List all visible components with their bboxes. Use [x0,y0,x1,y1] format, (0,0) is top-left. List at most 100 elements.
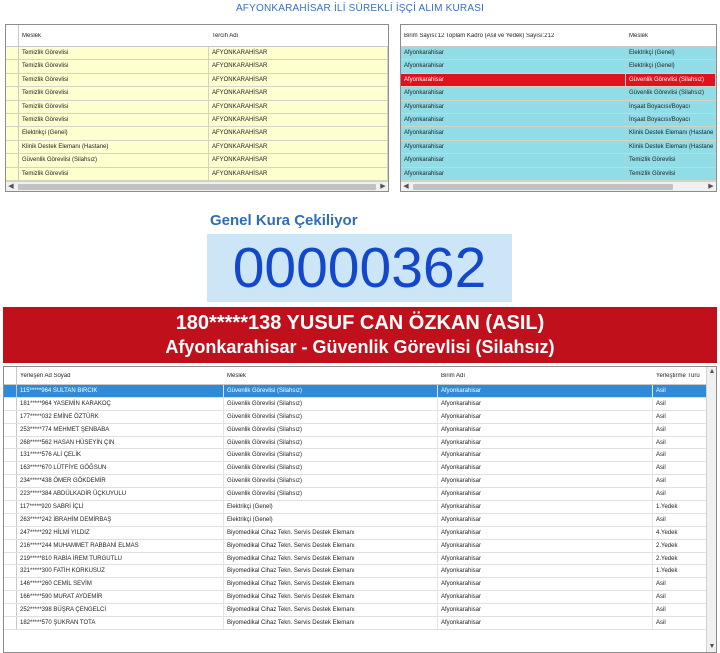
cell-birim-adi[interactable]: Afyonkarahisar [438,591,653,604]
column-header-yerlesen-ad-soyad[interactable]: Yerleşen Ad Soyad [17,373,224,379]
cell-meslek[interactable]: Güvenlik Görevlisi (Silahsız) [224,385,438,397]
cell-ad-soyad[interactable]: 268*****562 HASAN HÜSEYİN ÇIN [17,436,224,449]
cell-birim[interactable]: Afyonkarahisar [401,140,626,154]
cell-ad-soyad[interactable]: 219*****810 RABİA İREM TURGUTLU [17,552,224,565]
table-row[interactable]: 263*****242 İBRAHİM DEMİRBAŞ Elektrikçi (… [4,513,716,527]
table-row[interactable]: 163*****670 LÜTFİYE GÖĞSUN Güvenlik Görev… [4,462,716,476]
row-header[interactable] [6,167,19,180]
cell-yerlestirme-turu[interactable]: Asil [653,462,707,475]
cell-meslek[interactable]: Temizlik Görevlisi [19,113,209,127]
column-header-meslek[interactable]: Meslek [19,33,209,39]
cell-birim[interactable]: Afyonkarahisar [401,47,626,60]
table-row[interactable]: 234*****438 ÖMER GÖKDEMİR Güvenlik Görevl… [4,475,716,489]
cell-tercih-adi[interactable]: AFYONKARAHİSAR [209,100,388,113]
row-header[interactable] [4,578,17,591]
column-header-tercih-adi[interactable]: Tercih Adı [209,33,388,39]
cell-birim-adi[interactable]: Afyonkarahisar [438,604,653,617]
cell-meslek[interactable]: Güvenlik Görevlisi (Silahsız) [224,410,438,423]
table-row[interactable]: 247*****292 HİLMİ YILDIZ Biyomedikal Ciha… [4,526,716,540]
cell-yerlestirme-turu[interactable]: Asil [653,410,707,423]
cell-meslek[interactable]: Biyomedikal Cihaz Tekn. Servis Destek El… [224,617,438,629]
cell-birim-adi[interactable]: Afyonkarahisar [438,423,653,436]
row-header[interactable] [6,60,19,73]
cell-birim-adi[interactable]: Afyonkarahisar [438,462,653,475]
cell-tercih-adi[interactable]: AFYONKARAHİSAR [209,60,388,73]
table-row[interactable]: Afyonkarahisar Klinik Destek Elemanı (Has… [401,127,716,141]
cell-yerlestirme-turu[interactable]: Asil [653,591,707,604]
column-header-meslek[interactable]: Meslek [626,33,716,39]
row-header[interactable] [4,449,17,462]
column-header-meslek[interactable]: Meslek [224,373,438,379]
positions-grid[interactable]: Meslek Tercih Adı Temizlik Görevlisi AFYO… [5,24,389,192]
cell-ad-soyad[interactable]: 252*****398 BÜŞRA ÇENGELCİ [17,604,224,617]
cell-yerlestirme-turu[interactable]: 2.Yedek [653,539,707,552]
table-row[interactable]: 131*****576 ALİ ÇELİK Güvenlik Görevlisi … [4,449,716,463]
cell-birim[interactable]: Afyonkarahisar [401,87,626,100]
cell-birim-adi[interactable]: Afyonkarahisar [438,410,653,423]
scroll-down-icon[interactable]: ▼ [707,642,716,652]
cell-birim[interactable]: Afyonkarahisar [401,127,626,140]
cell-ad-soyad[interactable]: 223*****384 ABDÜLKADİR ÜÇKUYULU [17,488,224,501]
cell-birim-adi[interactable]: Afyonkarahisar [438,501,653,513]
cell-tercih-adi[interactable]: AFYONKARAHİSAR [209,73,388,87]
results-grid[interactable]: Yerleşen Ad Soyad Meslek Birim Adı Yerle… [3,366,717,653]
row-header[interactable] [4,385,17,397]
table-row[interactable]: Afyonkarahisar Klinik Destek Elemanı (Has… [401,140,716,155]
row-header[interactable] [6,113,19,127]
cell-ad-soyad[interactable]: 181*****964 YASEMİN KARAKOÇ [17,397,224,410]
cell-meslek[interactable]: Temizlik Görevlisi [19,167,209,180]
cell-meslek[interactable]: Güvenlik Görevlisi (Silahsız) [224,462,438,475]
cell-birim[interactable]: Afyonkarahisar [401,100,626,113]
cell-birim[interactable]: Afyonkarahisar [401,167,626,180]
table-row[interactable]: 181*****964 YASEMİN KARAKOÇ Güvenlik Göre… [4,397,716,411]
cell-yerlestirme-turu[interactable]: Asil [653,488,707,501]
cell-birim[interactable]: Afyonkarahisar [401,113,626,127]
row-header[interactable] [4,539,17,552]
scroll-left-icon[interactable]: ◀ [401,182,411,191]
row-header[interactable] [4,501,17,513]
cell-yerlestirme-turu[interactable]: Asil [653,385,707,397]
row-header[interactable] [6,127,19,140]
cell-meslek[interactable]: Güvenlik Görevlisi (Silahsız) [224,423,438,436]
row-header[interactable] [4,462,17,475]
cell-birim-adi[interactable]: Afyonkarahisar [438,475,653,488]
table-row[interactable]: 115*****964 SULTAN BIRCIK Güvenlik Görevl… [4,385,716,398]
cell-birim[interactable]: Afyonkarahisar [401,154,626,167]
table-row[interactable]: 321*****300 FATİH KORKUSUZ Biyomedikal Ci… [4,565,716,579]
cell-birim-adi[interactable]: Afyonkarahisar [438,565,653,578]
table-row[interactable]: 223*****384 ABDÜLKADİR ÜÇKUYULU Güvenlik … [4,488,716,502]
cell-meslek[interactable]: Klinik Destek Elemanı (Hastane [626,127,716,140]
cell-meslek[interactable]: Elektrikçi (Genel) [626,47,716,60]
row-header[interactable] [4,552,17,565]
cell-meslek[interactable]: Biyomedikal Cihaz Tekn. Servis Destek El… [224,578,438,591]
cell-ad-soyad[interactable]: 166*****590 MURAT AYDEMİR [17,591,224,604]
cell-meslek[interactable]: Klinik Destek Elemanı (Hastane) [19,140,209,154]
table-row[interactable]: Temizlik Görevlisi AFYONKARAHİSAR [6,113,388,128]
row-header[interactable] [4,565,17,578]
cell-yerlestirme-turu[interactable]: 4.Yedek [653,526,707,539]
column-header-birim-sayisi[interactable]: Birim Sayısı:12 Toplam Kadro (Asil ve Ye… [401,33,626,39]
cell-yerlestirme-turu[interactable]: 1.Yedek [653,501,707,513]
table-row[interactable]: Klinik Destek Elemanı (Hastane) AFYONKARA… [6,140,388,155]
row-header[interactable] [6,73,19,87]
row-header[interactable] [4,475,17,488]
cell-ad-soyad[interactable]: 163*****670 LÜTFİYE GÖĞSUN [17,462,224,475]
table-row[interactable]: 216*****244 MUHAMMET RABBANİ ELMAS Biyome… [4,539,716,553]
table-row[interactable]: Temizlik Görevlisi AFYONKARAHİSAR [6,60,388,74]
cell-ad-soyad[interactable]: 115*****964 SULTAN BIRCIK [17,385,224,397]
cell-birim-adi[interactable]: Afyonkarahisar [438,552,653,565]
cell-ad-soyad[interactable]: 117*****920 SABRİ İÇLİ [17,501,224,513]
cell-yerlestirme-turu[interactable]: 2.Yedek [653,552,707,565]
table-row[interactable]: Elektrikçi (Genel) AFYONKARAHİSAR [6,127,388,141]
column-header-yerlestirme-turu[interactable]: Yerleştirme Türü [653,373,707,379]
table-row[interactable]: Temizlik Görevlisi AFYONKARAHİSAR [6,87,388,101]
horizontal-scrollbar[interactable]: ◀ ▶ [401,181,716,191]
cell-tercih-adi[interactable]: AFYONKARAHİSAR [209,154,388,167]
cell-meslek[interactable]: Güvenlik Görevlisi (Silahsız) [224,475,438,488]
cell-meslek[interactable]: Temizlik Görevlisi [19,47,209,60]
table-row[interactable]: Temizlik Görevlisi AFYONKARAHİSAR [6,47,388,61]
cell-meslek[interactable]: Güvenlik Görevlisi (Silahsız) [626,73,716,87]
cell-ad-soyad[interactable]: 253*****774 MEHMET ŞENBABA [17,423,224,436]
table-row[interactable]: Afyonkarahisar Temizlik Görevlisi [401,154,716,168]
cell-ad-soyad[interactable]: 146*****260 CEMİL SEVİM [17,578,224,591]
